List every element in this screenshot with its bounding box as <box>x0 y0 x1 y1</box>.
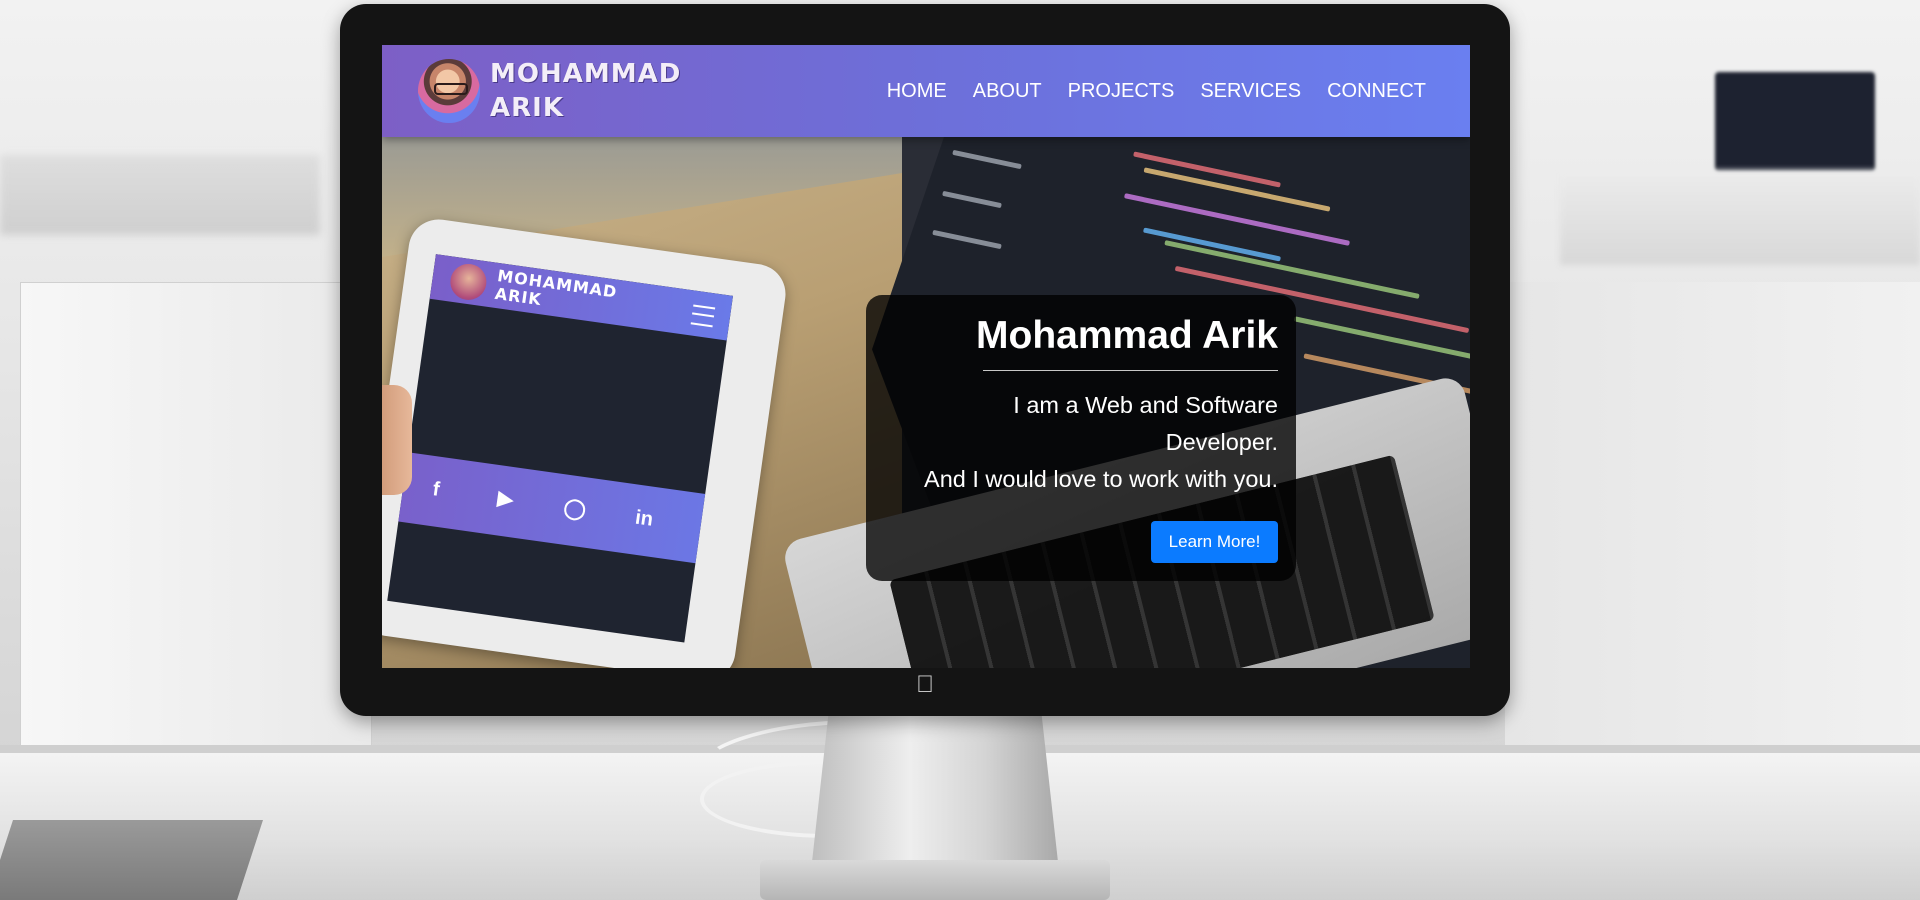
nav-projects[interactable]: PROJECTS <box>1068 80 1175 103</box>
youtube-icon: ▶ <box>496 487 515 512</box>
tablet-site-header: MOHAMMAD ARIK <box>429 254 734 341</box>
background-cabinet <box>1560 170 1920 265</box>
nav-about[interactable]: ABOUT <box>973 80 1042 103</box>
brand-name[interactable]: MOHAMMAD ARIK <box>490 57 710 125</box>
instagram-icon: ◯ <box>562 496 588 522</box>
hero-divider <box>983 370 1278 371</box>
brand-name-line2: ARIK <box>490 93 564 123</box>
code-line <box>932 229 1002 250</box>
tablet-brand-name: MOHAMMAD ARIK <box>494 266 619 319</box>
code-line <box>952 149 1022 170</box>
hero-description: I am a Web and Software Developer. And I… <box>878 387 1278 498</box>
code-line <box>942 190 1002 209</box>
hero-line-2: Developer. <box>1165 429 1278 455</box>
linkedin-icon: in <box>633 506 655 531</box>
site-navbar: MOHAMMAD ARIK HOME ABOUT PROJECTS SERVIC… <box>382 45 1470 137</box>
hero-title: Mohammad Arik <box>976 314 1278 357</box>
code-line <box>1123 193 1351 246</box>
brand-name-line1: MOHAMMAD <box>490 59 682 89</box>
background-shelf <box>0 155 320 235</box>
hamburger-menu-icon <box>690 304 716 328</box>
background-partition-left <box>20 282 372 754</box>
tablet-avatar <box>448 261 489 303</box>
website-screen: MOHAMMAD ARIK f ▶ ◯ in MOHAMMAD ARIK HOM… <box>382 45 1470 668</box>
background-monitor <box>1715 72 1875 172</box>
apple-logo-icon:  <box>914 672 936 698</box>
avatar-glasses <box>434 83 468 95</box>
nav-home[interactable]: HOME <box>887 80 947 103</box>
photo-hand <box>382 385 412 495</box>
learn-more-button[interactable]: Learn More! <box>1151 521 1278 563</box>
photo-tablet: MOHAMMAD ARIK f ▶ ◯ in <box>382 215 790 668</box>
photo-tablet-screen: MOHAMMAD ARIK f ▶ ◯ in <box>387 254 734 643</box>
facebook-icon: f <box>431 478 442 501</box>
background-partition-right <box>1505 282 1920 752</box>
nav-links: HOME ABOUT PROJECTS SERVICES CONNECT <box>887 45 1426 137</box>
code-line <box>1143 227 1281 262</box>
tablet-social-bar: f ▶ ◯ in <box>387 449 734 569</box>
desk-book <box>0 820 263 900</box>
nav-services[interactable]: SERVICES <box>1200 80 1301 103</box>
nav-connect[interactable]: CONNECT <box>1327 80 1426 103</box>
hero-line-3: And I would love to work with you. <box>924 466 1278 492</box>
hero-card: Mohammad Arik I am a Web and Software De… <box>866 295 1296 581</box>
monitor-stand-base <box>760 860 1110 900</box>
monitor-stand <box>810 700 1060 880</box>
hero-line-1: I am a Web and Software <box>1013 392 1278 418</box>
